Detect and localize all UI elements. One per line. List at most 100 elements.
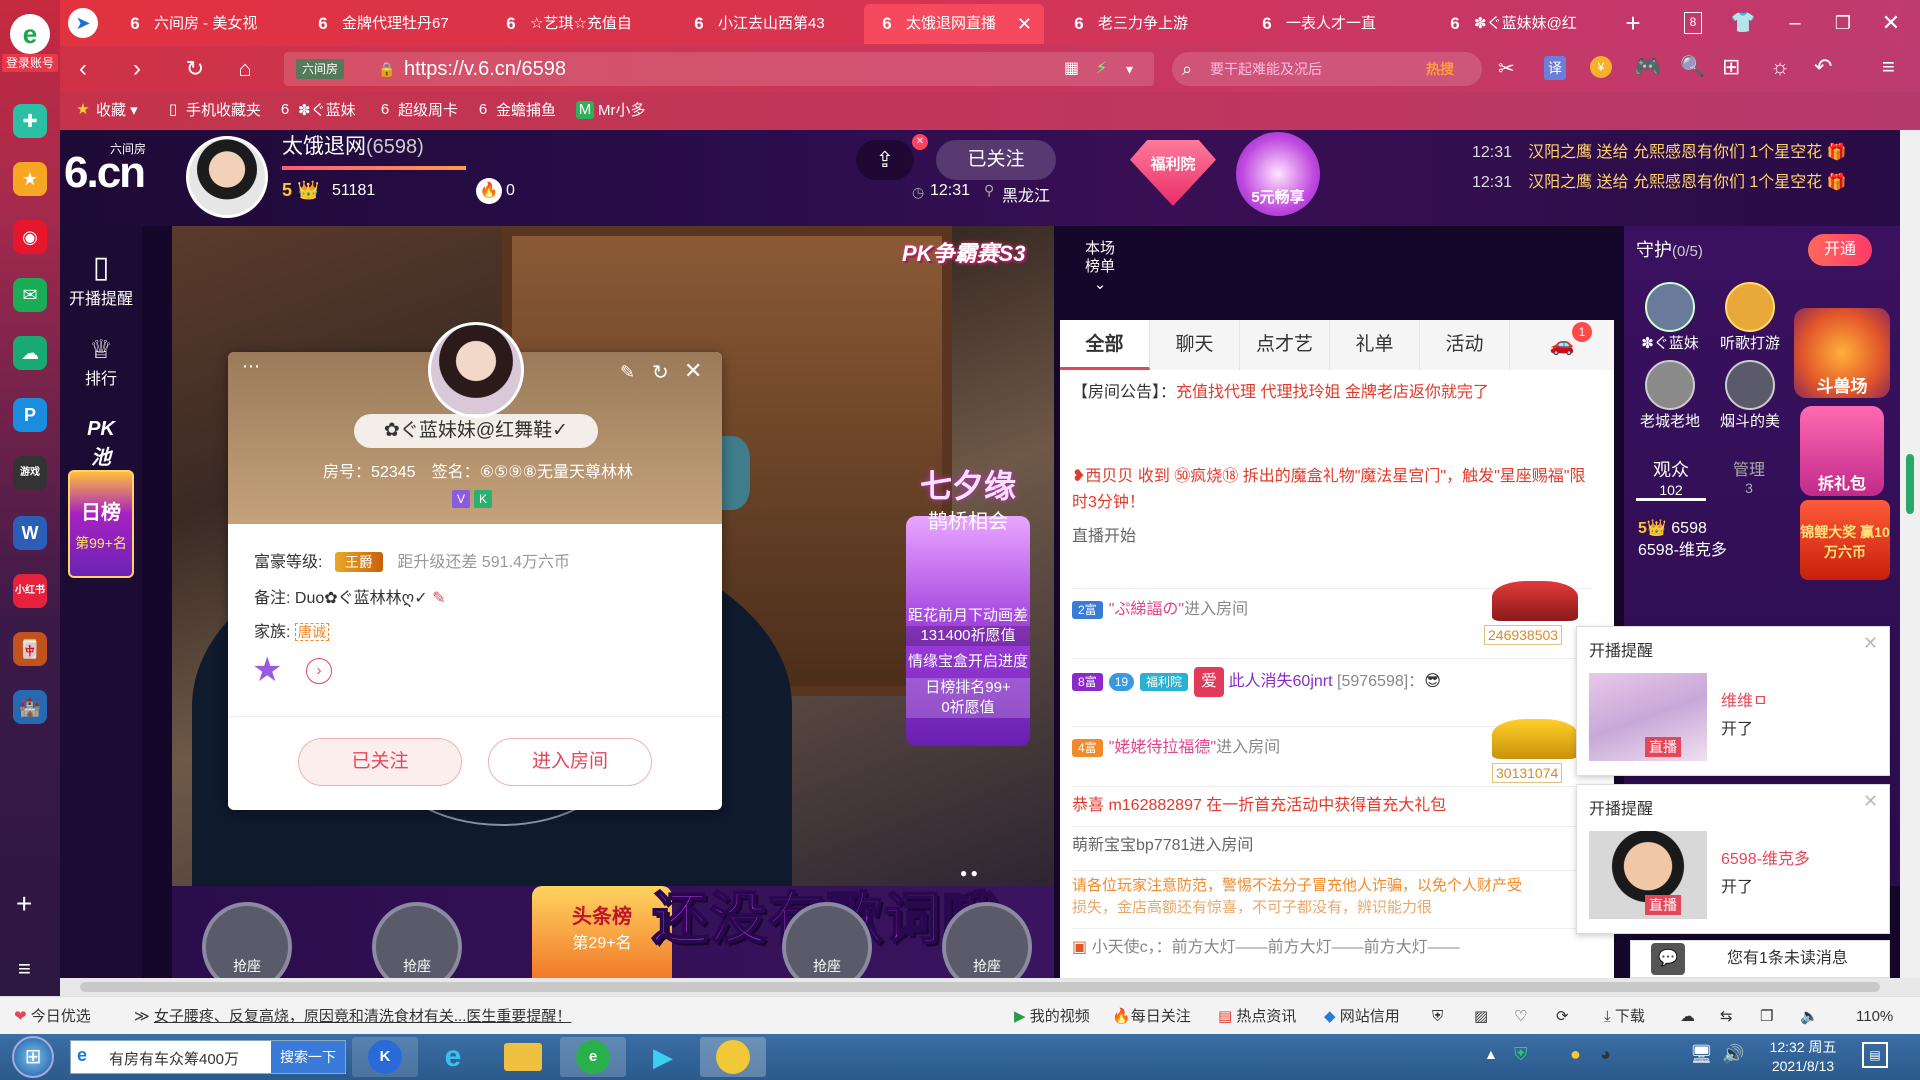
gift-box-badge[interactable]: 拆礼包 bbox=[1800, 406, 1884, 496]
mail-icon[interactable]: ✉ bbox=[13, 278, 47, 312]
nav-pk[interactable]: PK池 bbox=[60, 418, 142, 470]
favorites-app-icon[interactable]: ★ bbox=[13, 162, 47, 196]
tab-audience[interactable]: 观众 102 bbox=[1636, 456, 1706, 501]
more-icon[interactable]: ⋯ bbox=[242, 356, 260, 377]
restore-button[interactable]: ❐ bbox=[1828, 8, 1858, 38]
cloud-icon[interactable]: ☁ bbox=[13, 336, 47, 370]
popup-avatar[interactable] bbox=[428, 322, 524, 418]
user-name[interactable]: 此人消失60jnrt bbox=[1229, 673, 1333, 690]
close-icon[interactable]: ✕ bbox=[1863, 791, 1878, 812]
hot-search-label[interactable]: 热搜 bbox=[1426, 52, 1454, 86]
welfare-badge[interactable]: 福利院 bbox=[1130, 140, 1216, 206]
taskbar-search-button[interactable]: 搜索一下 bbox=[271, 1041, 345, 1073]
vertical-scrollbar[interactable] bbox=[1900, 130, 1920, 978]
streamer-avatar[interactable] bbox=[186, 136, 268, 218]
tab-count-badge[interactable]: 8 bbox=[1684, 12, 1702, 34]
add-sidebar-icon[interactable]: + bbox=[16, 888, 32, 920]
home-icon[interactable]: ⌂ bbox=[230, 54, 260, 84]
tray-shield-icon[interactable]: ⛨ bbox=[1514, 1044, 1528, 1065]
nav-rank[interactable]: ♕ 排行 bbox=[60, 334, 142, 389]
notif-name[interactable]: 维维ㅁ bbox=[1721, 687, 1768, 711]
close-icon[interactable]: ✕ bbox=[1863, 633, 1878, 654]
status-my-videos[interactable]: ▶ 我的视频 bbox=[1014, 1007, 1090, 1027]
scroll-thumb[interactable] bbox=[80, 982, 1880, 992]
notif-thumbnail[interactable]: 直播 bbox=[1589, 673, 1707, 761]
today-pick[interactable]: ❤ 今日优选 bbox=[14, 1007, 91, 1027]
status-download[interactable]: ⤓ 下载 bbox=[1604, 1007, 1645, 1027]
taskbar-explorer[interactable] bbox=[490, 1037, 556, 1077]
taskbar-ie[interactable]: e bbox=[420, 1037, 486, 1077]
bookmark-mrxiaoduo[interactable]: M Mr小多 bbox=[576, 101, 646, 121]
share-button[interactable]: ⇪ bbox=[856, 140, 914, 180]
tab-5-active[interactable]: 6 太饿退网直播 ✕ bbox=[864, 4, 1044, 44]
tray-volume-icon[interactable]: 🔊 bbox=[1722, 1044, 1744, 1065]
user-name[interactable]: "ぷ綈諨の" bbox=[1109, 601, 1184, 618]
qr-icon[interactable]: ▦ bbox=[1064, 52, 1079, 86]
ip-app-icon[interactable]: P bbox=[13, 398, 47, 432]
more-badges-icon[interactable]: › bbox=[306, 658, 332, 684]
status-credit[interactable]: ◆ 网站信用 bbox=[1324, 1007, 1400, 1027]
family-value[interactable]: 唐诚 bbox=[294, 623, 329, 641]
tab-6[interactable]: 6 老三力争上游 bbox=[1056, 4, 1232, 44]
tray-network-icon[interactable]: 🖥 bbox=[1690, 1044, 1713, 1065]
close-window-button[interactable]: ✕ bbox=[1876, 8, 1906, 38]
qixi-panel[interactable]: 七夕缘 鹊桥相会 距花前月下动画差 131400祈愿值 情缘宝盒开启进度 日榜排… bbox=[906, 470, 1030, 746]
arena-badge[interactable]: 斗兽场 bbox=[1794, 308, 1890, 398]
brightness-icon[interactable]: ☼ bbox=[1770, 54, 1790, 80]
nav-live-reminder[interactable]: ▯ 开播提醒 bbox=[60, 250, 142, 309]
viewer-row[interactable]: 5👑 6598 6598-维克多 bbox=[1638, 518, 1727, 562]
weibo-icon[interactable]: ◉ bbox=[13, 220, 47, 254]
skin-icon[interactable]: 👕 bbox=[1730, 10, 1756, 36]
sync-icon[interactable]: ⇆ bbox=[1720, 1007, 1733, 1027]
clock[interactable]: 12:32 周五 2021/8/13 bbox=[1758, 1038, 1848, 1076]
search-input[interactable]: ⌕ 要干起难能及况后 热搜 bbox=[1172, 52, 1482, 86]
status-daily[interactable]: 🔥每日关注 bbox=[1112, 1007, 1191, 1027]
seat-4[interactable]: 抢座 bbox=[942, 902, 1032, 978]
bookmark-lanmei[interactable]: 6 ✽ぐ蓝妹 bbox=[276, 101, 356, 121]
user-name[interactable]: "姥姥待拉福德" bbox=[1109, 739, 1216, 756]
popup-enter-room-button[interactable]: 进入房间 bbox=[488, 738, 652, 786]
taskbar-search-box[interactable]: e 有房有车众筹400万 搜索一下 bbox=[70, 1040, 346, 1074]
site-logo[interactable]: 六间房 6.cn bbox=[64, 140, 154, 200]
menu-icon[interactable]: ≡ bbox=[1882, 54, 1895, 80]
tab-1[interactable]: 6 六间房 - 美女视 bbox=[112, 4, 288, 44]
mahjong-icon[interactable]: 🀄 bbox=[13, 632, 47, 666]
guard-member-2[interactable]: 听歌打游 bbox=[1710, 282, 1790, 353]
tab-car[interactable]: 🚗 bbox=[1510, 320, 1614, 370]
forward-icon[interactable]: › bbox=[122, 54, 152, 84]
minimize-button[interactable]: – bbox=[1780, 8, 1810, 38]
plus-app-icon[interactable]: ✚ bbox=[13, 104, 47, 138]
start-button[interactable]: ⊞ bbox=[12, 1036, 54, 1078]
daily-rank-badge[interactable]: 日榜 第99+名 bbox=[68, 470, 134, 578]
news-ticker[interactable]: ≫ 女子腰疼、反复高烧，原因竟和清洗食材有关...医生重要提醒！ bbox=[134, 1007, 571, 1027]
window-icon[interactable]: ❐ bbox=[1760, 1007, 1773, 1027]
notif-name[interactable]: 6598-维克多 bbox=[1721, 845, 1810, 869]
rank-board-button[interactable]: 本场榜单 ⌄ bbox=[1082, 240, 1118, 294]
edit-note-icon[interactable]: ✎ bbox=[432, 590, 445, 607]
translate-icon[interactable]: 译 bbox=[1544, 56, 1566, 80]
action-center-icon[interactable]: ▤ bbox=[1862, 1042, 1888, 1068]
tab-8[interactable]: 6 ✽ぐ蓝妹妹@红 bbox=[1432, 4, 1608, 44]
five-yuan-badge[interactable]: 5元畅享 bbox=[1236, 132, 1320, 216]
cloud-icon[interactable]: ☁ bbox=[1680, 1007, 1695, 1027]
taskbar-game[interactable] bbox=[700, 1037, 766, 1077]
bookmark-weekcard[interactable]: 6 超级周卡 bbox=[376, 101, 458, 121]
unread-message-bar[interactable]: 💬 您有1条未读消息 bbox=[1630, 940, 1890, 978]
notif-thumbnail[interactable]: 直播 bbox=[1589, 831, 1707, 919]
tab-2[interactable]: 6 金牌代理牡丹67 bbox=[300, 4, 476, 44]
scissors-icon[interactable]: ✂ bbox=[1498, 56, 1515, 81]
seat-1[interactable]: 抢座 bbox=[202, 902, 292, 978]
back-icon[interactable]: ‹ bbox=[68, 54, 98, 84]
refresh-icon[interactable]: ↻ bbox=[652, 360, 669, 385]
scroll-thumb[interactable] bbox=[1906, 454, 1914, 514]
undo-icon[interactable]: ↶ bbox=[1814, 54, 1832, 80]
shield-status-icon[interactable]: ⛨ bbox=[1432, 1007, 1443, 1027]
zoom-level[interactable]: 110% bbox=[1856, 1007, 1893, 1027]
edit-icon[interactable]: ✎ bbox=[620, 362, 635, 383]
lightning-icon[interactable]: ⚡ bbox=[1096, 52, 1107, 86]
tab-gifts[interactable]: 礼单 bbox=[1330, 320, 1420, 370]
seat-2[interactable]: 抢座 bbox=[372, 902, 462, 978]
status-news[interactable]: ▤ 热点资讯 bbox=[1218, 1007, 1296, 1027]
tray-qq-icon[interactable]: ◕ bbox=[1600, 1044, 1611, 1065]
tray-chat-icon[interactable]: ● bbox=[1570, 1044, 1581, 1065]
